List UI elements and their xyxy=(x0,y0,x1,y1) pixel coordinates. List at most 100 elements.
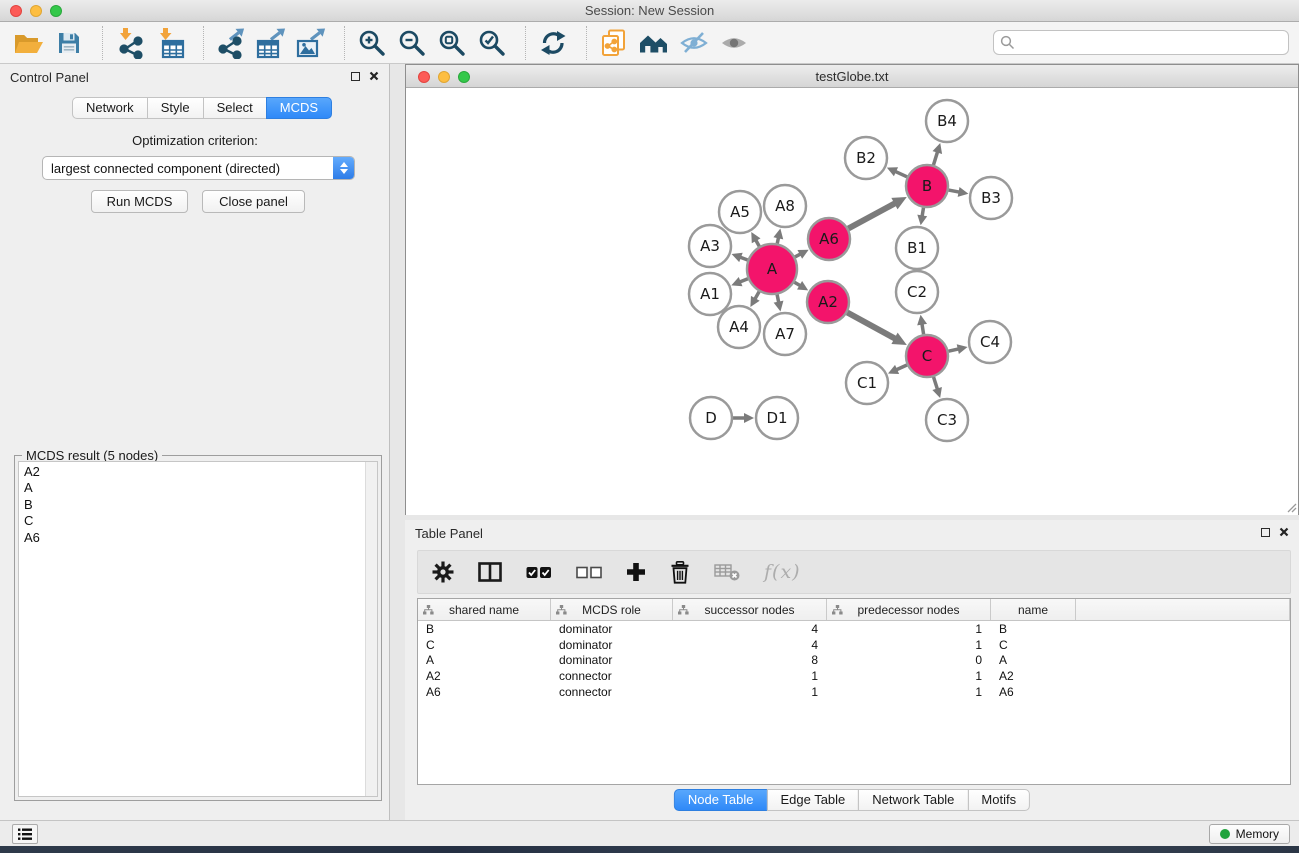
save-session-button[interactable] xyxy=(52,26,86,60)
mcds-result-item[interactable]: A6 xyxy=(24,530,377,546)
edge-A2-C[interactable] xyxy=(847,313,906,345)
mcds-result-item[interactable]: A2 xyxy=(24,464,377,480)
table-settings-button[interactable] xyxy=(432,561,454,583)
edge-C-C1[interactable] xyxy=(888,365,907,374)
show-columns-button[interactable] xyxy=(478,562,502,582)
mcds-result-item[interactable]: C xyxy=(24,513,377,529)
open-session-button[interactable] xyxy=(12,26,46,60)
close-window-button[interactable] xyxy=(10,5,22,17)
table-row[interactable]: A6connector11A6 xyxy=(418,684,1290,700)
close-table-panel-icon[interactable] xyxy=(1279,527,1289,537)
table-row[interactable]: A2connector11A2 xyxy=(418,668,1290,684)
run-mcds-button[interactable]: Run MCDS xyxy=(91,190,188,213)
edge-A-A5[interactable] xyxy=(751,232,760,246)
node-A2[interactable]: A2 xyxy=(807,281,849,323)
close-panel-button[interactable]: Close panel xyxy=(202,190,305,213)
select-all-button[interactable] xyxy=(526,565,552,580)
edge-A6-B[interactable] xyxy=(848,197,906,229)
edge-C-C4[interactable] xyxy=(948,344,967,354)
node-B[interactable]: B xyxy=(906,165,948,207)
zoom-window-button[interactable] xyxy=(50,5,62,17)
node-A1[interactable]: A1 xyxy=(689,273,731,315)
search-input[interactable] xyxy=(993,30,1289,55)
result-scrollbar[interactable] xyxy=(365,462,377,796)
export-image-button[interactable] xyxy=(294,26,328,60)
minimize-window-button[interactable] xyxy=(30,5,42,17)
node-A6[interactable]: A6 xyxy=(808,218,850,260)
refresh-button[interactable] xyxy=(536,26,570,60)
node-D1[interactable]: D1 xyxy=(756,397,798,439)
import-network-button[interactable] xyxy=(113,26,147,60)
minimize-network-window-button[interactable] xyxy=(438,71,450,83)
tab-edge-table[interactable]: Edge Table xyxy=(766,789,859,811)
node-C2[interactable]: C2 xyxy=(896,271,938,313)
tab-node-table[interactable]: Node Table xyxy=(674,789,768,811)
close-panel-icon[interactable] xyxy=(369,71,379,81)
show-network-overview-button[interactable] xyxy=(637,26,671,60)
node-C4[interactable]: C4 xyxy=(969,321,1011,363)
float-table-panel-icon[interactable] xyxy=(1261,528,1270,537)
node-B1[interactable]: B1 xyxy=(896,227,938,269)
node-A5[interactable]: A5 xyxy=(719,191,761,233)
zoom-fit-button[interactable] xyxy=(435,26,469,60)
mcds-result-list[interactable]: A2ABCA6 xyxy=(18,461,378,797)
new-network-from-selection-button[interactable] xyxy=(597,26,631,60)
show-all-button[interactable] xyxy=(717,26,751,60)
create-column-button[interactable] xyxy=(626,562,646,582)
delete-table-button[interactable] xyxy=(714,563,740,581)
node-A8[interactable]: A8 xyxy=(764,185,806,227)
memory-button[interactable]: Memory xyxy=(1209,824,1290,844)
tab-select[interactable]: Select xyxy=(203,97,267,119)
resize-grip-icon[interactable] xyxy=(1286,502,1297,513)
edge-A-A1[interactable] xyxy=(731,277,748,286)
edge-B-B2[interactable] xyxy=(887,167,907,177)
node-A3[interactable]: A3 xyxy=(689,225,731,267)
node-C1[interactable]: C1 xyxy=(846,362,888,404)
task-history-button[interactable] xyxy=(12,824,38,844)
edge-A-A3[interactable] xyxy=(732,253,748,262)
edge-A-A2[interactable] xyxy=(794,281,808,290)
tab-style[interactable]: Style xyxy=(147,97,204,119)
hide-selected-button[interactable] xyxy=(677,26,711,60)
edge-A-A8[interactable] xyxy=(773,229,783,244)
deselect-all-button[interactable] xyxy=(576,565,602,580)
table-row[interactable]: Adominator80A xyxy=(418,653,1290,669)
mcds-result-item[interactable]: A xyxy=(24,480,377,496)
node-C[interactable]: C xyxy=(906,335,948,377)
node-D[interactable]: D xyxy=(690,397,732,439)
node-A4[interactable]: A4 xyxy=(718,306,760,348)
network-window-titlebar[interactable]: testGlobe.txt xyxy=(406,65,1298,88)
column-header-predecessor-nodes[interactable]: predecessor nodes xyxy=(827,599,991,620)
edge-A-A6[interactable] xyxy=(795,250,809,259)
tab-network-table[interactable]: Network Table xyxy=(858,789,968,811)
import-table-button[interactable] xyxy=(153,26,187,60)
optimization-criterion-select[interactable]: largest connected component (directed) xyxy=(42,156,355,180)
edge-C-C2[interactable] xyxy=(917,315,927,335)
node-A[interactable]: A xyxy=(747,244,797,294)
edge-B-B3[interactable] xyxy=(949,187,969,197)
zoom-selected-button[interactable] xyxy=(475,26,509,60)
zoom-out-button[interactable] xyxy=(395,26,429,60)
zoom-in-button[interactable] xyxy=(355,26,389,60)
mcds-result-item[interactable]: B xyxy=(24,497,377,513)
edge-A-A4[interactable] xyxy=(750,292,759,307)
delete-columns-button[interactable] xyxy=(670,561,690,584)
zoom-network-window-button[interactable] xyxy=(458,71,470,83)
edge-D-D1[interactable] xyxy=(733,413,754,423)
function-builder-button[interactable]: f(x) xyxy=(764,561,801,583)
column-header-successor-nodes[interactable]: successor nodes xyxy=(673,599,827,620)
column-header-name[interactable]: name xyxy=(991,599,1076,620)
table-row[interactable]: Cdominator41C xyxy=(418,637,1290,653)
column-header-MCDS-role[interactable]: MCDS role xyxy=(551,599,673,620)
close-network-window-button[interactable] xyxy=(418,71,430,83)
tab-motifs[interactable]: Motifs xyxy=(967,789,1030,811)
tab-mcds[interactable]: MCDS xyxy=(266,97,332,119)
column-header-shared-name[interactable]: shared name xyxy=(418,599,551,620)
edge-A-A7[interactable] xyxy=(774,294,784,311)
node-A7[interactable]: A7 xyxy=(764,313,806,355)
network-canvas[interactable]: B4B2BB3A8A5A6A3B1AC2A1A2A4A7C4CC1DD1C3 xyxy=(406,89,1298,515)
edge-B-B1[interactable] xyxy=(917,208,927,226)
table-row[interactable]: Bdominator41B xyxy=(418,621,1290,637)
float-panel-icon[interactable] xyxy=(351,72,360,81)
node-B2[interactable]: B2 xyxy=(845,137,887,179)
